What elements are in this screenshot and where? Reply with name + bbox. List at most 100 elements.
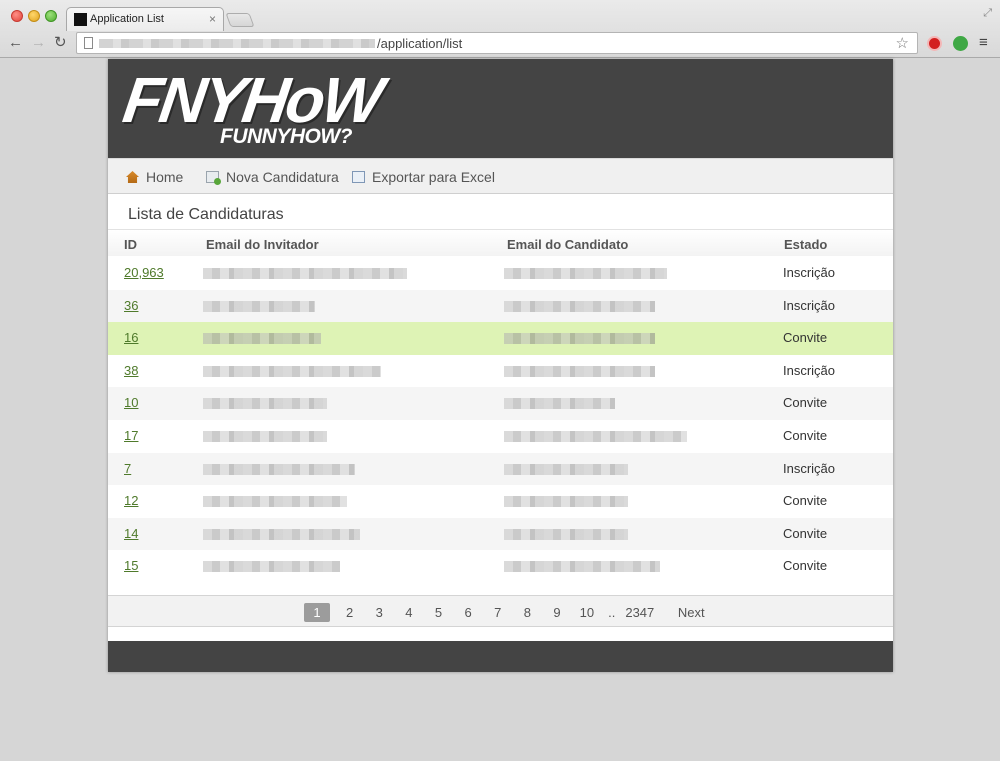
page-button[interactable]: 8 (517, 603, 537, 622)
candidate-email-redacted (504, 430, 687, 442)
pagination-bar: 1 2 3 4 5 6 7 8 9 10 .. 2347 Next (108, 595, 893, 627)
inviter-email-redacted (203, 398, 327, 410)
extension-stop-icon[interactable] (927, 36, 942, 51)
candidate-email-redacted (504, 463, 628, 475)
state-cell: Convite (783, 525, 828, 541)
star-icon[interactable]: ☆ (896, 34, 909, 52)
inviter-email-redacted (203, 561, 340, 573)
candidate-email-redacted (504, 496, 628, 508)
browser-tab[interactable]: Application List × (66, 7, 224, 31)
inviter-email-redacted (203, 300, 315, 312)
column-header-candidate-email[interactable]: Email do Candidato (507, 237, 628, 252)
table-row: 10 Convite (108, 387, 893, 420)
page-button[interactable]: 3 (369, 603, 389, 622)
address-bar[interactable]: /application/list ☆ (76, 32, 918, 54)
page-button[interactable]: 10 (577, 603, 597, 622)
pagination-ellipsis: .. (608, 605, 616, 620)
candidate-email-redacted (504, 561, 660, 573)
minimize-window-button[interactable] (28, 10, 40, 22)
column-header-inviter-email[interactable]: Email do Invitador (206, 237, 319, 252)
nav-new-application-label: Nova Candidatura (226, 169, 339, 185)
new-document-icon (206, 171, 221, 185)
candidate-email-redacted (504, 268, 667, 279)
state-cell: Inscrição (783, 460, 836, 476)
nav-export-excel[interactable]: Exportar para Excel (352, 169, 495, 185)
column-header-id[interactable]: ID (124, 237, 137, 252)
candidate-email-redacted (504, 300, 655, 312)
page-title: Lista de Candidaturas (128, 206, 284, 223)
table-row: 36 Inscrição (108, 289, 893, 323)
page-button[interactable]: 4 (399, 603, 419, 622)
page-button-current[interactable]: 1 (304, 603, 330, 622)
page-icon (84, 37, 93, 49)
page-button[interactable]: 7 (488, 603, 508, 622)
nav-home-label: Home (146, 169, 184, 185)
page-button[interactable]: 2 (340, 603, 360, 622)
state-cell: Convite (783, 395, 828, 411)
candidate-email-redacted (504, 333, 655, 345)
table-row: 15 Convite (108, 550, 893, 583)
inviter-email-redacted (203, 463, 355, 475)
candidate-email-redacted (504, 398, 615, 410)
new-tab-button[interactable] (225, 13, 255, 27)
table-row: 17 Convite (108, 420, 893, 453)
candidate-email-redacted (504, 528, 628, 540)
state-cell: Inscrição (783, 297, 836, 313)
nav-export-excel-label: Exportar para Excel (372, 169, 495, 185)
page-button[interactable]: 5 (429, 603, 449, 622)
favicon-icon (74, 13, 87, 26)
fullscreen-icon[interactable]: ⤢ (983, 7, 992, 20)
table-row: 12 Convite (108, 485, 893, 518)
application-id-link[interactable]: 17 (124, 428, 138, 443)
url-host-redacted (99, 39, 375, 48)
application-id-link[interactable]: 7 (124, 461, 131, 476)
column-header-state[interactable]: Estado (784, 237, 827, 252)
back-icon[interactable]: ← (8, 35, 23, 51)
site-header: FNYHoW FUNNYHOW? (108, 59, 893, 158)
application-id-link[interactable]: 10 (124, 395, 138, 410)
browser-chrome: Application List × ⤢ ← → ↻ /application/… (0, 0, 1000, 58)
site-footer (108, 641, 893, 672)
zoom-window-button[interactable] (45, 10, 57, 22)
page-button-last[interactable]: 2347 (622, 603, 657, 622)
application-id-link[interactable]: 12 (124, 493, 138, 508)
tab-title: Application List (90, 13, 164, 25)
page-container: FNYHoW FUNNYHOW? Home Nova Candidatura E… (108, 59, 893, 672)
logo-tagline: FUNNYHOW? (220, 125, 352, 148)
extension-leaf-icon[interactable] (953, 36, 968, 51)
tab-close-icon[interactable]: × (209, 12, 216, 26)
table-row: 38 Inscrição (108, 355, 893, 388)
application-id-link[interactable]: 15 (124, 558, 138, 573)
application-id-link[interactable]: 36 (124, 298, 138, 313)
state-cell: Inscrição (783, 265, 836, 280)
state-cell: Convite (783, 558, 828, 574)
table-header: ID Email do Invitador Email do Candidato… (108, 229, 893, 256)
reload-icon[interactable]: ↻ (54, 35, 67, 51)
table-row: 7 Inscrição (108, 452, 893, 486)
application-id-link[interactable]: 16 (124, 330, 138, 345)
nav-home[interactable]: Home (126, 169, 183, 185)
application-id-link[interactable]: 14 (124, 526, 138, 541)
menu-icon[interactable]: ≡ (979, 34, 988, 51)
state-cell: Convite (783, 493, 828, 509)
close-window-button[interactable] (11, 10, 23, 22)
next-page-button[interactable]: Next (675, 603, 708, 622)
inviter-email-redacted (203, 333, 321, 345)
state-cell: Inscrição (783, 362, 836, 378)
nav-new-application[interactable]: Nova Candidatura (206, 169, 339, 185)
url-path: /application/list (377, 36, 463, 51)
pagination: 1 2 3 4 5 6 7 8 9 10 .. 2347 Next (304, 603, 714, 623)
inviter-email-redacted (203, 365, 381, 377)
inviter-email-redacted (203, 430, 327, 442)
page-button[interactable]: 9 (547, 603, 567, 622)
main-nav: Home Nova Candidatura Exportar para Exce… (108, 158, 893, 194)
inviter-email-redacted (203, 496, 347, 508)
page-button[interactable]: 6 (458, 603, 478, 622)
application-id-link[interactable]: 38 (124, 363, 138, 378)
application-id-link[interactable]: 20,963 (124, 265, 164, 280)
home-icon (126, 171, 139, 183)
state-cell: Convite (783, 427, 828, 443)
forward-icon[interactable]: → (31, 35, 46, 51)
inviter-email-redacted (203, 528, 360, 540)
inviter-email-redacted (203, 268, 407, 279)
